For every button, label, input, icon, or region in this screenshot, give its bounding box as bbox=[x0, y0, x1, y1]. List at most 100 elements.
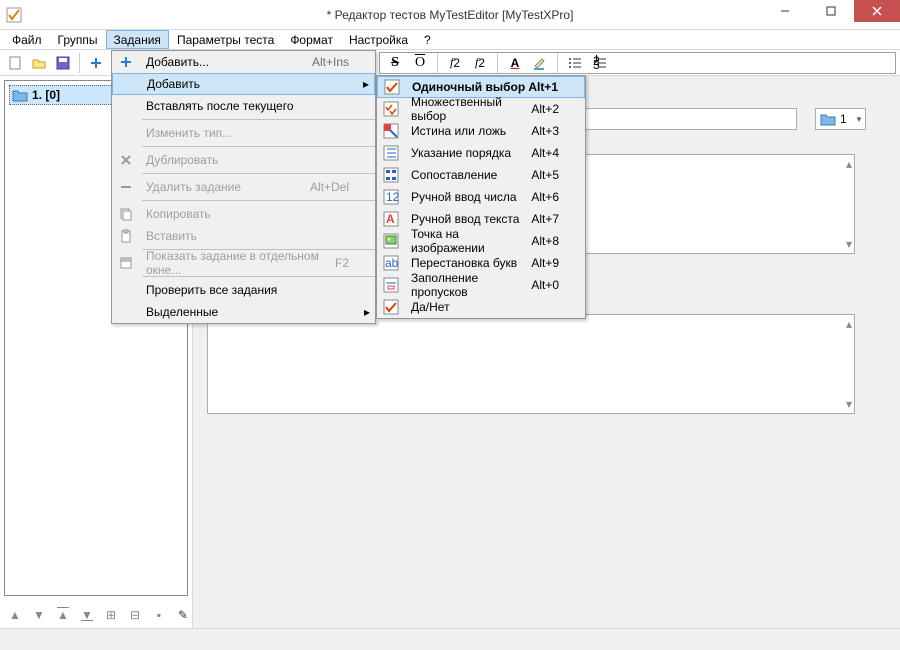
menu-item[interactable]: Проверить все задания bbox=[112, 279, 375, 301]
menu-item-label: Ручной ввод текста bbox=[405, 212, 531, 226]
overline-button[interactable]: O bbox=[409, 52, 431, 74]
folder-icon bbox=[820, 111, 836, 127]
q3-icon bbox=[383, 123, 399, 139]
menu-item-shortcut: Alt+0 bbox=[531, 278, 569, 292]
menu-item-label: Заполнение пропусков bbox=[405, 271, 531, 299]
menu-settings[interactable]: Настройка bbox=[341, 30, 416, 49]
scroll-up-icon[interactable]: ▴ bbox=[846, 157, 852, 171]
menu-item[interactable]: Удалить заданиеAlt+Del bbox=[112, 176, 375, 198]
q2-icon bbox=[383, 101, 399, 117]
submenu-arrow-icon: ▸ bbox=[359, 305, 375, 319]
svg-text:A: A bbox=[386, 212, 395, 226]
menu-item[interactable]: Копировать bbox=[112, 203, 375, 225]
pencil-icon[interactable]: ✎ bbox=[174, 606, 192, 624]
menu-item[interactable]: Добавить▸ bbox=[112, 73, 375, 95]
menu-item[interactable]: Добавить...Alt+Ins bbox=[112, 51, 375, 73]
menu-test-params[interactable]: Параметры теста bbox=[169, 30, 282, 49]
menu-item-shortcut: Alt+1 bbox=[528, 80, 568, 94]
menu-item-label: Добавить bbox=[141, 77, 348, 91]
move-bottom-icon[interactable]: ▼ bbox=[78, 606, 96, 624]
menu-item-label: Проверить все задания bbox=[140, 283, 349, 297]
group-selector[interactable]: 1 ▾ bbox=[815, 108, 866, 130]
minimize-button[interactable] bbox=[762, 0, 808, 22]
menu-item[interactable]: Истина или ложьAlt+3 bbox=[377, 120, 585, 142]
menu-item[interactable]: СопоставлениеAlt+5 bbox=[377, 164, 585, 186]
expand-icon[interactable]: ⊞ bbox=[102, 606, 120, 624]
superscript-button[interactable]: f2 bbox=[469, 52, 491, 74]
move-down-icon[interactable]: ▼ bbox=[30, 606, 48, 624]
sidebar-tools: ▲ ▼ ▲ ▼ ⊞ ⊟ ▪ ✎ bbox=[6, 606, 192, 624]
svg-text:123: 123 bbox=[386, 190, 399, 204]
menu-help[interactable]: ? bbox=[416, 30, 439, 49]
close-button[interactable] bbox=[854, 0, 900, 22]
menu-item-label: Ручной ввод числа bbox=[405, 190, 531, 204]
open-button[interactable] bbox=[28, 52, 50, 74]
paste-icon bbox=[118, 228, 134, 244]
menu-item[interactable]: Показать задание в отдельном окне...F2 bbox=[112, 252, 375, 274]
number-list-button[interactable]: 123 bbox=[589, 52, 611, 74]
save-button[interactable] bbox=[52, 52, 74, 74]
menu-item-shortcut: Alt+4 bbox=[531, 146, 569, 160]
menu-item[interactable]: Указание порядкаAlt+4 bbox=[377, 142, 585, 164]
highlight-button[interactable] bbox=[529, 52, 551, 74]
copy-icon bbox=[118, 206, 134, 222]
svg-text:3: 3 bbox=[593, 58, 600, 71]
q5-icon bbox=[383, 167, 399, 183]
menu-file[interactable]: Файл bbox=[4, 30, 50, 49]
menu-item-shortcut: Alt+3 bbox=[531, 124, 569, 138]
strike-button[interactable]: S bbox=[384, 52, 406, 74]
menu-item-shortcut: Alt+2 bbox=[531, 102, 569, 116]
subscript-button[interactable]: f2 bbox=[444, 52, 466, 74]
menu-item[interactable]: Да/Нет bbox=[377, 296, 585, 318]
menu-item-label: Вставлять после текущего bbox=[140, 99, 349, 113]
menu-item-shortcut: Alt+6 bbox=[531, 190, 569, 204]
menu-item[interactable]: Дублировать bbox=[112, 149, 375, 171]
maximize-button[interactable] bbox=[808, 0, 854, 22]
format-toolbar: S O f2 f2 A 123 bbox=[379, 52, 896, 74]
menu-item-shortcut: Alt+Del bbox=[310, 180, 359, 194]
tasks-menu: Добавить...Alt+InsДобавить▸Вставлять пос… bbox=[111, 50, 376, 324]
dup-icon bbox=[118, 152, 134, 168]
scroll-down-icon[interactable]: ▾ bbox=[846, 397, 852, 411]
menu-item-label: Истина или ложь bbox=[405, 124, 531, 138]
menu-groups[interactable]: Группы bbox=[50, 30, 106, 49]
scroll-up-icon[interactable]: ▴ bbox=[846, 317, 852, 331]
q1-icon bbox=[384, 79, 400, 95]
menu-item-label: Выделенные bbox=[140, 305, 349, 319]
svg-text:ab: ab bbox=[385, 256, 399, 270]
menu-item-label: Добавить... bbox=[140, 55, 312, 69]
menu-format[interactable]: Формат bbox=[282, 30, 341, 49]
new-button[interactable] bbox=[4, 52, 26, 74]
menu-item[interactable]: Заполнение пропусковAlt+0 bbox=[377, 274, 585, 296]
reference-textarea[interactable]: ▴ ▾ bbox=[207, 314, 855, 414]
move-top-icon[interactable]: ▲ bbox=[54, 606, 72, 624]
menu-item[interactable]: Вставить bbox=[112, 225, 375, 247]
titlebar: * Редактор тестов MyTestEditor [MyTestXP… bbox=[0, 0, 900, 30]
menubar: Файл Группы Задания Параметры теста Форм… bbox=[0, 30, 900, 50]
collapse-icon[interactable]: ⊟ bbox=[126, 606, 144, 624]
menu-item-label: Дублировать bbox=[140, 153, 349, 167]
menu-item[interactable]: Множественный выборAlt+2 bbox=[377, 98, 585, 120]
menu-item-label: Копировать bbox=[140, 207, 349, 221]
scroll-down-icon[interactable]: ▾ bbox=[846, 237, 852, 251]
menu-item-shortcut: Alt+Ins bbox=[312, 55, 359, 69]
font-color-button[interactable]: A bbox=[504, 52, 526, 74]
menu-item-label: Удалить задание bbox=[140, 180, 310, 194]
menu-item[interactable]: Выделенные ▸ bbox=[112, 301, 375, 323]
menu-tasks[interactable]: Задания bbox=[106, 30, 169, 49]
dot-icon[interactable]: ▪ bbox=[150, 606, 168, 624]
minus-icon bbox=[118, 179, 134, 195]
bullet-list-button[interactable] bbox=[564, 52, 586, 74]
menu-item[interactable]: Изменить тип... bbox=[112, 122, 375, 144]
menu-item[interactable]: Точка на изображенииAlt+8 bbox=[377, 230, 585, 252]
menu-item-label: Одиночный выбор bbox=[406, 80, 528, 94]
q7-icon: A bbox=[383, 211, 399, 227]
add-button[interactable] bbox=[85, 52, 107, 74]
q9-icon: ab bbox=[383, 255, 399, 271]
menu-item-shortcut: F2 bbox=[335, 256, 359, 270]
menu-item[interactable]: 123 Ручной ввод числаAlt+6 bbox=[377, 186, 585, 208]
menu-item[interactable]: Вставлять после текущего bbox=[112, 95, 375, 117]
move-up-icon[interactable]: ▲ bbox=[6, 606, 24, 624]
win-icon bbox=[118, 255, 134, 271]
menu-item-shortcut: Alt+7 bbox=[531, 212, 569, 226]
